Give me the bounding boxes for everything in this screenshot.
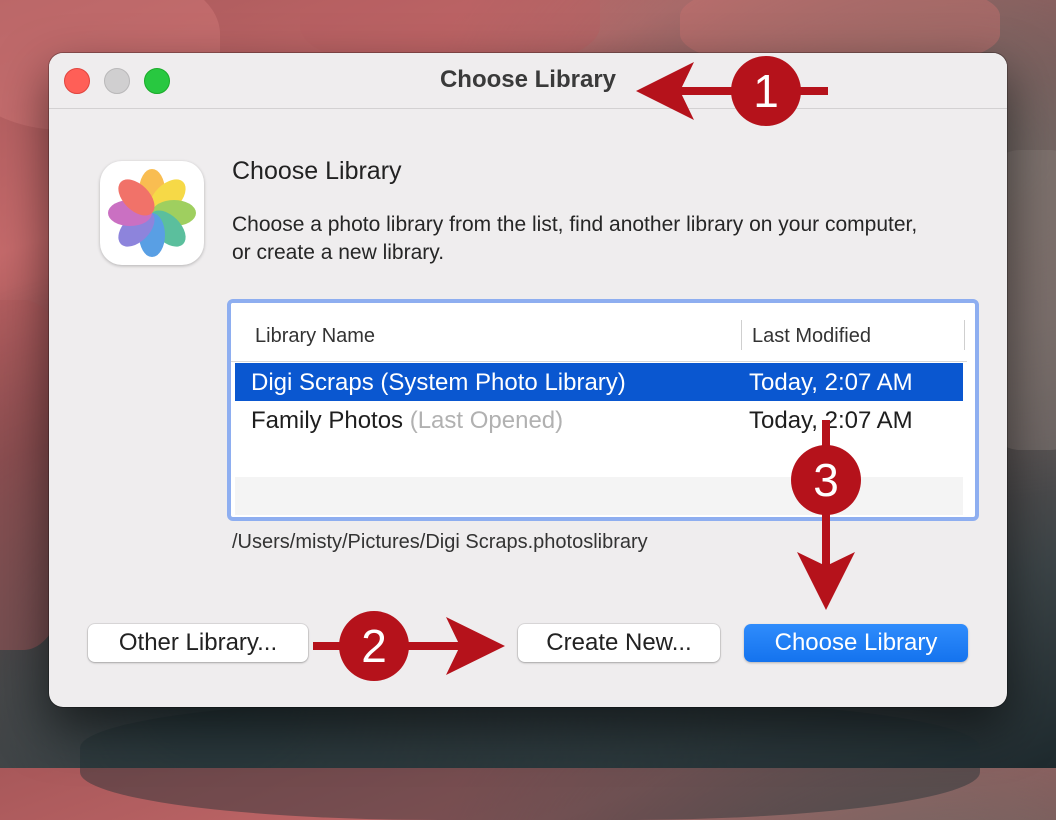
create-new-button[interactable]: Create New... (518, 624, 720, 662)
empty-row (235, 477, 963, 515)
empty-row (235, 439, 963, 477)
dialog-description: Choose a photo library from the list, fi… (232, 213, 918, 264)
other-library-button[interactable]: Other Library... (88, 624, 308, 662)
column-divider (741, 320, 742, 350)
column-header-library-name[interactable]: Library Name (255, 325, 375, 348)
last-opened-note: (Last Opened) (409, 407, 564, 434)
title-bar: Choose Library (49, 53, 1007, 109)
column-header-last-modified[interactable]: Last Modified (752, 325, 871, 348)
library-row[interactable]: Family Photos (Last Opened) Today, 2:07 … (235, 401, 963, 439)
background-rock (80, 700, 980, 820)
library-last-modified: Today, 2:07 AM (749, 407, 913, 434)
selected-library-path: /Users/misty/Pictures/Digi Scraps.photos… (232, 531, 648, 553)
column-divider (964, 320, 965, 350)
window-title: Choose Library (439, 66, 617, 93)
dialog-heading: Choose Library (232, 157, 402, 185)
list-header: Library Name Last Modified (231, 303, 967, 362)
library-last-modified: Today, 2:07 AM (749, 369, 913, 396)
photos-flower-icon (108, 169, 196, 257)
library-name: Digi Scraps (System Photo Library) (251, 369, 626, 396)
library-name: Family Photos (251, 407, 410, 434)
library-name-group: Family Photos (Last Opened) (251, 407, 563, 435)
choose-library-window: Choose Library Choose Library Choose a p… (49, 53, 1007, 707)
library-list[interactable]: Library Name Last Modified Digi Scraps (… (227, 299, 979, 521)
library-row-selected[interactable]: Digi Scraps (System Photo Library) Today… (235, 363, 963, 401)
photos-app-icon (100, 161, 204, 265)
choose-library-button[interactable]: Choose Library (744, 624, 968, 662)
